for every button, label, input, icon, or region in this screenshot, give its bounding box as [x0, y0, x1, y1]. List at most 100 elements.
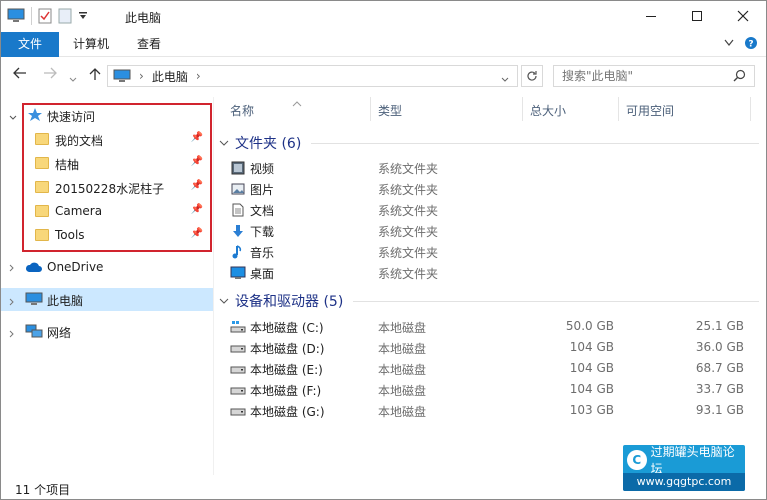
ribbon-right: ?	[724, 36, 758, 50]
tab-view[interactable]: 查看	[123, 32, 175, 57]
folder-row[interactable]: 文档 系统文件夹	[214, 199, 766, 220]
this-pc-icon	[113, 69, 131, 83]
toolbar-separator	[31, 7, 32, 25]
video-icon	[230, 160, 246, 176]
drive-free-space: 33.7 GB	[695, 382, 744, 396]
drive-total-size: 50.0 GB	[565, 319, 614, 333]
drive-name: 本地磁盘 (G:)	[250, 405, 325, 419]
expand-ribbon-icon[interactable]	[724, 39, 734, 47]
download-icon	[230, 223, 246, 239]
chevron-down-icon[interactable]	[219, 293, 229, 309]
search-icon[interactable]	[733, 69, 746, 85]
column-divider[interactable]	[522, 97, 523, 121]
chevron-right-icon[interactable]	[9, 327, 15, 341]
column-free-space[interactable]: 可用空间	[626, 102, 674, 119]
group-divider	[353, 300, 759, 302]
nav-label: 此电脑	[47, 294, 84, 308]
drive-type: 本地磁盘	[378, 384, 427, 398]
watermark-badge: C 过期罐头电脑论坛 www.gqgtpc.com	[623, 445, 745, 491]
search-box[interactable]	[553, 65, 755, 87]
drive-row[interactable]: 本地磁盘 (E:) 本地磁盘 104 GB 68.7 GB	[214, 358, 766, 379]
group-label: 设备和驱动器 (5)	[235, 294, 344, 310]
folder-row[interactable]: 图片 系统文件夹	[214, 178, 766, 199]
nav-label: OneDrive	[47, 260, 104, 274]
up-icon[interactable]	[89, 67, 101, 85]
drive-row[interactable]: 本地磁盘 (C:) 本地磁盘 50.0 GB 25.1 GB	[214, 316, 766, 337]
drive-name: 本地磁盘 (E:)	[250, 363, 323, 377]
system-drive-icon	[230, 319, 246, 335]
search-input[interactable]	[562, 69, 732, 83]
minimize-button[interactable]	[628, 1, 674, 31]
svg-text:?: ?	[748, 40, 753, 50]
group-devices-drives[interactable]: 设备和驱动器 (5)	[219, 291, 759, 311]
nav-this-pc[interactable]: 此电脑	[1, 288, 213, 311]
tab-file[interactable]: 文件	[1, 32, 59, 57]
drive-free-space: 36.0 GB	[695, 340, 744, 354]
column-divider[interactable]	[370, 97, 371, 121]
drive-name: 本地磁盘 (C:)	[250, 321, 324, 335]
drive-total-size: 103 GB	[569, 403, 614, 417]
address-row: › 此电脑 ›	[1, 57, 766, 95]
group-folders[interactable]: 文件夹 (6)	[219, 133, 759, 153]
folder-row[interactable]: 视频 系统文件夹	[214, 157, 766, 178]
network-icon	[25, 323, 43, 342]
breadcrumb-chevron-icon[interactable]: ›	[139, 69, 144, 83]
music-icon	[230, 244, 246, 260]
back-icon[interactable]	[13, 67, 27, 83]
folder-row[interactable]: 音乐 系统文件夹	[214, 241, 766, 262]
recent-locations-icon[interactable]	[69, 71, 77, 87]
nav-network[interactable]: 网络	[1, 320, 213, 343]
breadcrumb-this-pc[interactable]: 此电脑	[152, 68, 188, 85]
drive-free-space: 68.7 GB	[695, 361, 744, 375]
group-divider	[311, 142, 759, 144]
customize-toolbar-icon[interactable]	[78, 11, 88, 21]
nav-label: 网络	[47, 326, 72, 340]
close-button[interactable]	[720, 1, 766, 31]
explorer-window: 此电脑 文件 计算机 查看 ? › 此电脑 › 搜索"此电脑" 快速访问 我的文…	[0, 0, 767, 500]
column-name[interactable]: 名称	[230, 102, 254, 119]
folder-name: 图片	[250, 183, 275, 197]
drive-icon	[230, 382, 246, 398]
cloud-icon	[25, 261, 43, 276]
chevron-right-icon[interactable]	[9, 261, 15, 275]
chevron-down-icon[interactable]	[219, 135, 229, 151]
folder-name: 视频	[250, 162, 275, 176]
forward-icon[interactable]	[43, 67, 57, 83]
column-type[interactable]: 类型	[378, 102, 402, 119]
quick-access-highlight-box	[22, 103, 212, 252]
window-controls	[628, 1, 766, 31]
column-divider[interactable]	[618, 97, 619, 121]
item-count: 11 个项目	[15, 483, 71, 497]
chevron-down-icon[interactable]	[9, 110, 17, 124]
drive-row[interactable]: 本地磁盘 (D:) 本地磁盘 104 GB 36.0 GB	[214, 337, 766, 358]
chevron-right-icon[interactable]	[9, 295, 15, 309]
drive-row[interactable]: 本地磁盘 (G:) 本地磁盘 103 GB 93.1 GB	[214, 400, 766, 421]
folder-type: 系统文件夹	[378, 246, 439, 260]
this-pc-icon	[25, 292, 43, 309]
tab-computer[interactable]: 计算机	[59, 32, 123, 57]
column-divider[interactable]	[750, 97, 751, 121]
folder-row[interactable]: 桌面 系统文件夹	[214, 262, 766, 283]
properties-icon[interactable]	[38, 8, 52, 24]
folder-row[interactable]: 下载 系统文件夹	[214, 220, 766, 241]
drive-free-space: 93.1 GB	[695, 403, 744, 417]
new-folder-icon[interactable]	[58, 8, 72, 24]
pictures-icon	[230, 181, 246, 197]
group-label: 文件夹 (6)	[235, 136, 302, 152]
maximize-button[interactable]	[674, 1, 720, 31]
drive-icon	[230, 403, 246, 419]
drive-total-size: 104 GB	[569, 361, 614, 375]
folder-type: 系统文件夹	[378, 162, 439, 176]
refresh-button[interactable]	[521, 65, 543, 87]
drive-type: 本地磁盘	[378, 342, 427, 356]
address-bar[interactable]: › 此电脑 ›	[107, 65, 518, 87]
watermark-top: C 过期罐头电脑论坛	[623, 445, 745, 476]
quick-access-toolbar	[7, 7, 88, 25]
address-history-icon[interactable]	[501, 72, 509, 86]
breadcrumb-chevron-icon[interactable]: ›	[196, 69, 201, 83]
desktop-icon	[230, 265, 246, 281]
nav-onedrive[interactable]: OneDrive	[1, 256, 213, 279]
help-icon[interactable]: ?	[744, 36, 758, 50]
drive-row[interactable]: 本地磁盘 (F:) 本地磁盘 104 GB 33.7 GB	[214, 379, 766, 400]
column-total-size[interactable]: 总大小	[530, 102, 566, 119]
